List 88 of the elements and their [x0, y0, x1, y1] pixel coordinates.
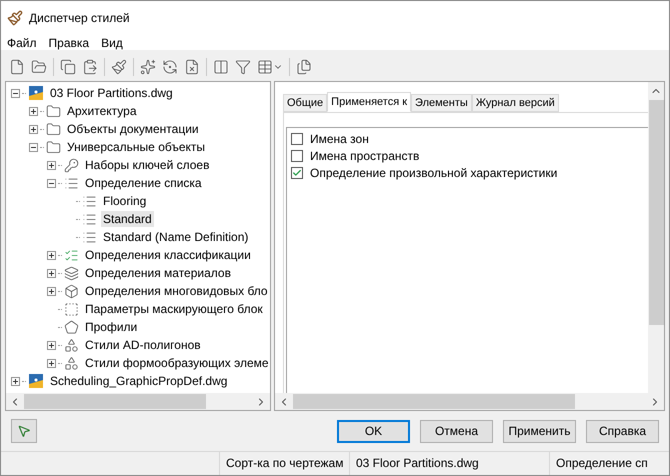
collapse-toggle[interactable] — [28, 142, 38, 152]
tree-item[interactable]: Определения классификации — [83, 247, 253, 263]
tree-item[interactable]: 03 Floor Partitions.dwg — [48, 85, 175, 101]
tree-item[interactable]: Определения материалов — [83, 265, 233, 281]
checkbox[interactable] — [291, 150, 303, 162]
checkbox[interactable] — [291, 132, 303, 144]
menu-item[interactable]: Правка — [44, 34, 94, 52]
paste-icon — [82, 59, 98, 75]
app-icon — [7, 10, 23, 26]
expand-toggle[interactable] — [46, 358, 56, 368]
new-file-icon — [9, 59, 25, 75]
expand-toggle[interactable] — [46, 340, 56, 350]
tree-item[interactable]: Профили — [83, 319, 140, 335]
tab[interactable]: Журнал версий — [472, 94, 559, 112]
checkbox-label: Имена зон — [310, 130, 369, 148]
toolbar-button[interactable] — [213, 59, 229, 75]
tree-item[interactable]: Scheduling_GraphicPropDef.dwg — [48, 373, 230, 389]
tree-item[interactable]: Наборы ключей слоев — [83, 157, 212, 173]
drawing-file-icon — [28, 85, 44, 101]
horizontal-scrollbar[interactable] — [6, 393, 270, 410]
menu-item[interactable]: Вид — [97, 34, 127, 52]
expand-toggle[interactable] — [46, 286, 56, 296]
status-field: Определение сп — [549, 452, 669, 475]
toolbar-button[interactable] — [257, 59, 283, 75]
vertical-scrollbar[interactable] — [648, 82, 664, 393]
table-icon — [257, 59, 273, 75]
checkbox-label: Имена пространств — [310, 148, 420, 164]
dialog-button[interactable]: Справка — [586, 420, 659, 442]
shapes-icon — [64, 356, 79, 370]
folder-icon — [46, 104, 61, 118]
dialog-button[interactable]: Отмена — [420, 420, 493, 442]
documents-icon — [296, 59, 312, 75]
brush-icon — [111, 59, 127, 75]
toolbar-button[interactable] — [31, 59, 47, 75]
copy-icon — [60, 59, 76, 75]
tree-item[interactable]: Стили AD-полигонов — [83, 337, 203, 353]
check-icon — [292, 168, 302, 178]
tree-item[interactable]: Архитектура — [65, 103, 139, 119]
tab[interactable]: Применяется к — [327, 92, 412, 112]
box-icon — [64, 284, 79, 298]
document-cross-icon — [184, 59, 200, 75]
dialog-button[interactable]: OK — [337, 420, 410, 442]
expand-toggle[interactable] — [46, 250, 56, 260]
tree-item[interactable]: Standard — [101, 211, 154, 227]
toolbar-button[interactable] — [111, 59, 127, 75]
window-title: Диспетчер стилей — [29, 10, 130, 27]
toolbar-button[interactable] — [82, 59, 98, 75]
tree-item[interactable]: Объекты документации — [65, 121, 201, 137]
folder-icon — [46, 140, 61, 154]
toolbar-button[interactable] — [184, 59, 200, 75]
dialog-button[interactable]: Применить — [503, 420, 576, 442]
collapse-toggle[interactable] — [10, 88, 20, 98]
menu-item[interactable]: Файл — [3, 34, 41, 52]
expand-toggle[interactable] — [46, 160, 56, 170]
columns-icon — [213, 59, 229, 75]
tree-item[interactable]: Параметры маскирующего блок — [83, 301, 265, 317]
collapse-toggle[interactable] — [46, 178, 56, 188]
tree-item[interactable]: Стили формообразующих элеме — [83, 355, 270, 371]
tab[interactable]: Общие — [283, 94, 328, 112]
tree-item[interactable]: Standard (Name Definition) — [101, 229, 250, 245]
toolbar-button[interactable] — [11, 419, 37, 443]
toolbar-button[interactable] — [296, 59, 312, 75]
toolbar-button[interactable] — [9, 59, 25, 75]
checkbox[interactable] — [291, 166, 303, 178]
checkbox-label: Определение произвольной характеристики — [310, 164, 558, 182]
folder-icon — [46, 122, 61, 136]
horizontal-scrollbar[interactable] — [275, 393, 664, 410]
open-folder-icon — [31, 59, 47, 75]
expand-toggle[interactable] — [10, 376, 20, 386]
tab[interactable]: Элементы — [411, 94, 472, 112]
expand-toggle[interactable] — [28, 124, 38, 134]
dashed-square-icon — [64, 302, 79, 316]
expand-toggle[interactable] — [46, 268, 56, 278]
status-field: Сорт-ка по чертежам — [219, 452, 349, 475]
tree-item[interactable]: Определение списка — [83, 175, 204, 191]
expand-toggle[interactable] — [28, 106, 38, 116]
key-icon — [64, 158, 79, 172]
toolbar-button[interactable] — [60, 59, 76, 75]
tree-item[interactable]: Flooring — [101, 193, 148, 209]
pentagon-icon — [64, 320, 79, 334]
toolbar-button[interactable] — [235, 59, 251, 75]
tree-item[interactable]: Определения многовидовых бло — [83, 283, 270, 299]
status-field: 03 Floor Partitions.dwg — [349, 452, 549, 475]
drawing-file-icon — [28, 373, 44, 389]
filter-icon — [235, 59, 251, 75]
tree-item[interactable]: Универсальные объекты — [65, 139, 208, 155]
checklist-icon — [64, 248, 79, 262]
layers-icon — [64, 266, 79, 280]
